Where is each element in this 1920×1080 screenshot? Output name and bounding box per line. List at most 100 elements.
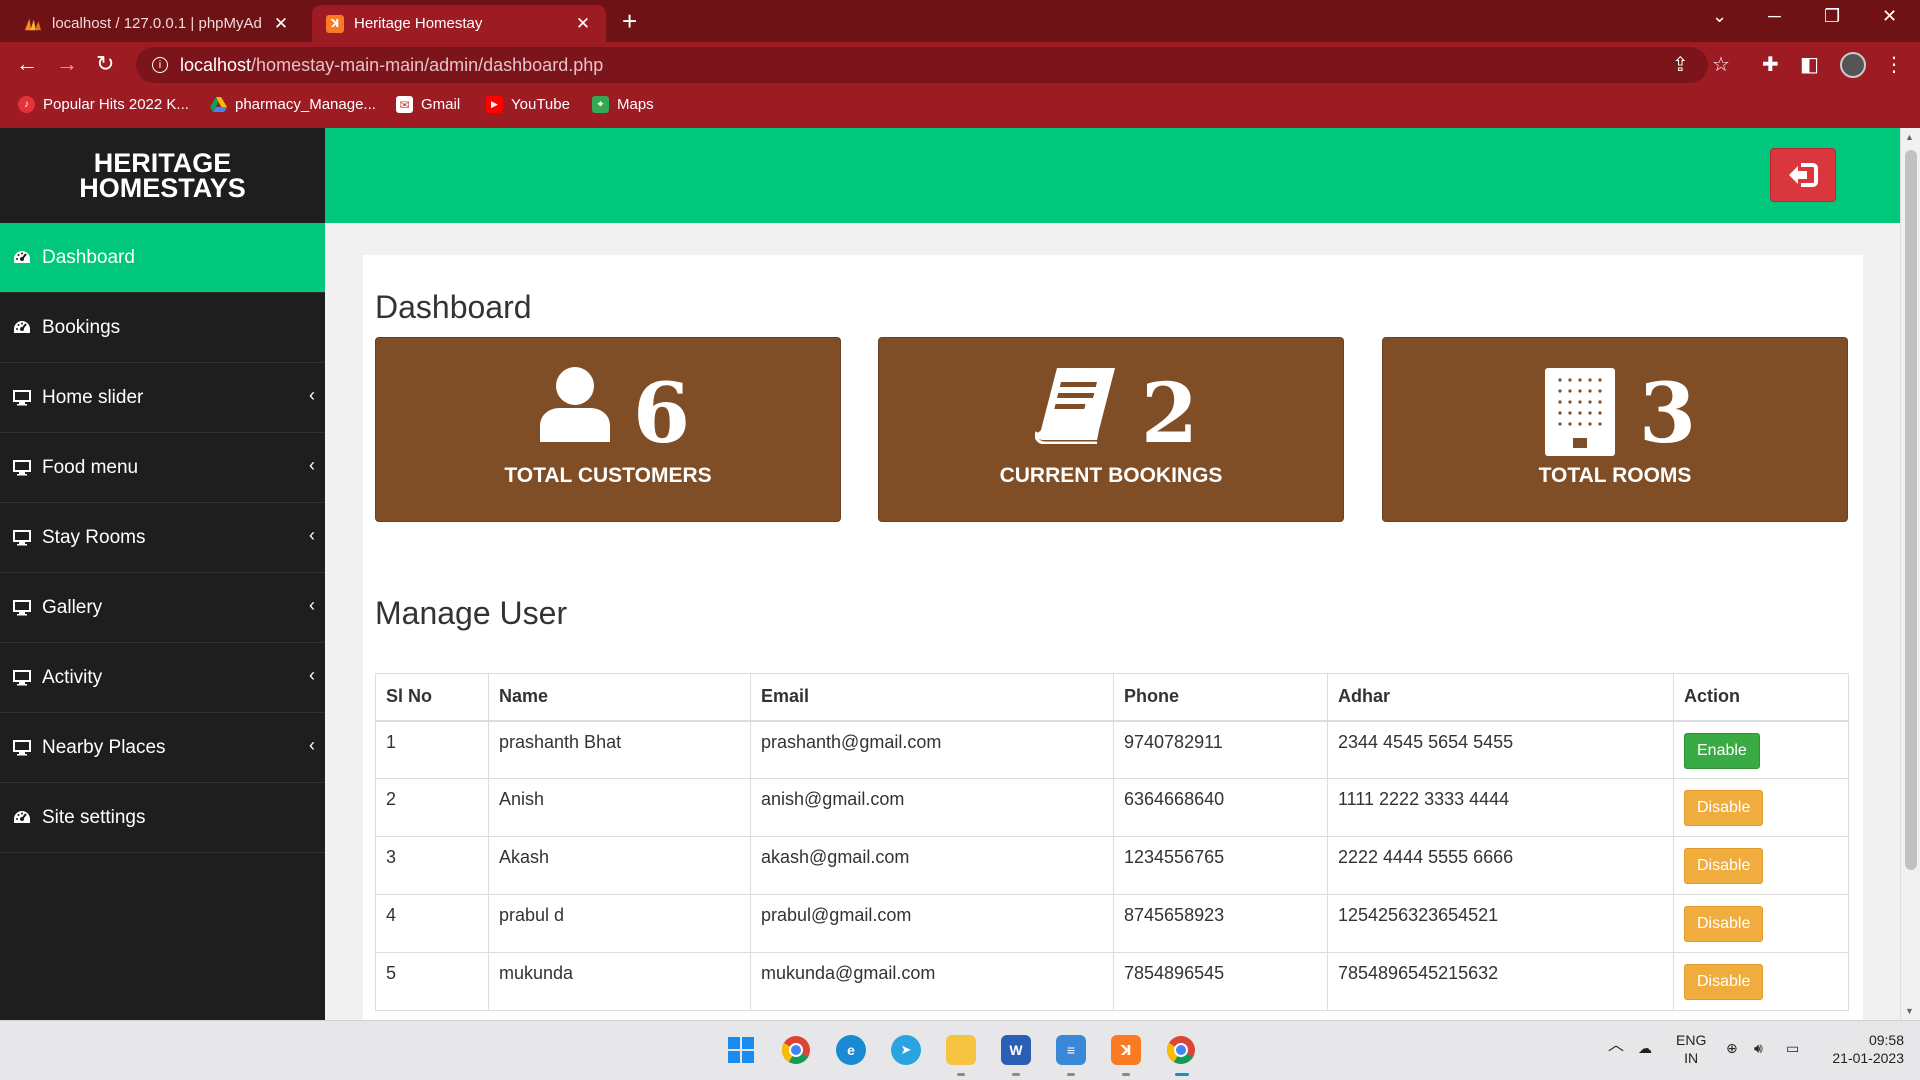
address-bar[interactable]: i localhost/homestay-main-main/admin/das… <box>136 47 1708 83</box>
sidebar-item-gallery[interactable]: Gallery ‹ <box>0 573 325 643</box>
disable-user-button[interactable]: Disable <box>1684 906 1764 942</box>
close-tab-icon[interactable]: ✕ <box>272 14 290 34</box>
new-tab-icon[interactable]: + <box>622 6 637 37</box>
volume-icon[interactable]: 🔊︎ <box>1754 1039 1763 1057</box>
sidebar-item-activity[interactable]: Activity ‹ <box>0 643 325 713</box>
bookmark-maps[interactable]: ⌖ Maps <box>592 96 654 113</box>
bookmark-popular-hits[interactable]: ♪ Popular Hits 2022 K... <box>18 96 189 113</box>
sidebar-item-nearby-places[interactable]: Nearby Places ‹ <box>0 713 325 783</box>
active-indicator <box>1175 1073 1189 1076</box>
brand-logo[interactable]: HERITAGE HOMESTAYS <box>0 128 325 223</box>
youtube-icon: ▶ <box>486 96 503 113</box>
web-page: HERITAGE HOMESTAYS Dashboard Bookings Home… <box>0 128 1920 1020</box>
file-explorer-icon[interactable] <box>946 1035 976 1065</box>
sidebar-item-stay-rooms[interactable]: Stay Rooms ‹ <box>0 503 325 573</box>
sidebar-item-site-settings[interactable]: Site settings <box>0 783 325 853</box>
disable-user-button[interactable]: Disable <box>1684 848 1764 884</box>
share-icon[interactable]: ⇪ <box>1672 52 1689 77</box>
col-action: Action <box>1673 673 1849 722</box>
current-bookings-label: CURRENT BOOKINGS <box>999 464 1223 487</box>
sidebar-item-dashboard[interactable]: Dashboard <box>0 223 325 293</box>
bookmark-label: Gmail <box>421 96 461 113</box>
scrollbar-thumb[interactable] <box>1905 150 1917 870</box>
word-icon[interactable]: W <box>1001 1035 1031 1065</box>
extensions-icon[interactable]: ✚ <box>1762 52 1779 77</box>
sidebar-item-bookings[interactable]: Bookings <box>0 293 325 363</box>
sidebar-item-home-slider[interactable]: Home slider ‹ <box>0 363 325 433</box>
page-title: Dashboard <box>375 289 532 325</box>
windows-taskbar: e ➤ W ≡ ꓘ ︿ ☁ ENG IN ⊕ 🔊︎ ▭ 09:58 21-01-… <box>0 1020 1920 1080</box>
cell-action: Disable <box>1673 894 1849 953</box>
notepad-icon[interactable]: ≡ <box>1056 1035 1086 1065</box>
show-hidden-icons-icon[interactable]: ︿ <box>1608 1037 1624 1055</box>
minimize-icon[interactable]: ─ <box>1768 6 1781 27</box>
monitor-icon <box>12 669 32 686</box>
site-info-icon[interactable]: i <box>152 57 168 73</box>
disable-user-button[interactable]: Disable <box>1684 790 1764 826</box>
col-email: Email <box>750 673 1114 722</box>
total-customers-value: 6 <box>633 366 691 462</box>
gmail-icon: ✉ <box>396 96 413 113</box>
bookmark-gmail[interactable]: ✉ Gmail <box>396 96 460 113</box>
cell-action: Disable <box>1673 836 1849 895</box>
manage-user-heading: Manage User <box>375 595 568 631</box>
xampp-icon[interactable]: ꓘ <box>1111 1035 1141 1065</box>
tab-search-icon[interactable]: ⌄ <box>1712 6 1727 27</box>
url-host: localhost <box>180 54 252 75</box>
sign-out-icon <box>1789 163 1818 187</box>
cell-name: prashanth Bhat <box>488 720 751 779</box>
profile-avatar-icon[interactable] <box>1840 52 1866 78</box>
clock[interactable]: 09:58 21-01-2023 <box>1826 1031 1904 1067</box>
close-window-icon[interactable]: ✕ <box>1882 6 1897 27</box>
page-scrollbar[interactable]: ▲ ▼ <box>1900 128 1920 1020</box>
tab-heritage-homestay[interactable]: ꓘ Heritage Homestay ✕ <box>312 5 606 42</box>
battery-icon[interactable]: ▭ <box>1786 1039 1799 1057</box>
network-icon[interactable]: ⊕ <box>1726 1039 1738 1057</box>
disable-user-button[interactable]: Disable <box>1684 964 1764 1000</box>
total-rooms-label: TOTAL ROOMS <box>1538 464 1692 487</box>
table-row: 2 Anish anish@gmail.com 6364668640 1111 2222… <box>375 778 1849 837</box>
brand-line-2: HOMESTAYS <box>79 172 246 203</box>
close-tab-icon[interactable]: ✕ <box>574 14 592 34</box>
onedrive-icon[interactable]: ☁ <box>1638 1039 1652 1057</box>
windows-start-icon[interactable] <box>726 1035 756 1065</box>
edge-icon[interactable]: e <box>836 1035 866 1065</box>
running-indicator <box>1012 1073 1020 1076</box>
chrome-profile-icon[interactable] <box>1166 1035 1196 1065</box>
total-customers-label: TOTAL CUSTOMERS <box>504 464 712 487</box>
col-adhar: Adhar <box>1327 673 1674 722</box>
scroll-down-arrow-icon[interactable]: ▼ <box>1905 1006 1914 1016</box>
cell-email: mukunda@gmail.com <box>750 952 1114 1011</box>
cell-email: prashanth@gmail.com <box>750 720 1114 779</box>
sidebar-item-food-menu[interactable]: Food menu ‹ <box>0 433 325 503</box>
language-code: ENG <box>1676 1032 1707 1048</box>
tab-phpmyadmin[interactable]: localhost / 127.0.0.1 | phpMyAdn ✕ <box>10 5 304 42</box>
forward-icon[interactable]: → <box>56 51 78 77</box>
sidebar-menu: Dashboard Bookings Home slider ‹ Food menu ‹ S… <box>0 223 325 853</box>
restore-icon[interactable]: ❐ <box>1824 6 1840 27</box>
brand-line-1: HERITAGE <box>93 147 232 178</box>
menu-icon[interactable]: ⋮ <box>1884 52 1904 77</box>
bookmark-youtube[interactable]: ▶ YouTube <box>486 96 570 113</box>
bookmark-star-icon[interactable]: ☆ <box>1712 52 1730 77</box>
table-header-row: Sl No Name Email Phone Adhar Action <box>375 673 1849 722</box>
tab-title: localhost / 127.0.0.1 | phpMyAdn <box>52 15 262 32</box>
book-icon <box>1035 368 1115 444</box>
cell-email: akash@gmail.com <box>750 836 1114 895</box>
language-indicator[interactable]: ENG IN <box>1676 1031 1706 1067</box>
reload-icon[interactable]: ↻ <box>96 51 114 77</box>
telegram-icon[interactable]: ➤ <box>891 1035 921 1065</box>
bookmark-pharmacy[interactable]: pharmacy_Manage... <box>210 96 376 113</box>
side-panel-icon[interactable]: ◧ <box>1800 52 1819 77</box>
cell-sl-no: 1 <box>375 720 489 779</box>
logout-button[interactable] <box>1770 148 1836 202</box>
sidebar-item-label: Gallery <box>42 596 103 618</box>
enable-user-button[interactable]: Enable <box>1684 732 1760 769</box>
chrome-icon[interactable] <box>781 1035 811 1065</box>
cell-adhar: 2222 4444 5555 6666 <box>1327 836 1674 895</box>
cell-adhar: 7854896545215632 <box>1327 952 1674 1011</box>
scroll-up-arrow-icon[interactable]: ▲ <box>1905 132 1914 142</box>
user-icon <box>540 367 610 442</box>
cell-sl-no: 5 <box>375 952 489 1011</box>
back-icon[interactable]: ← <box>16 51 38 77</box>
